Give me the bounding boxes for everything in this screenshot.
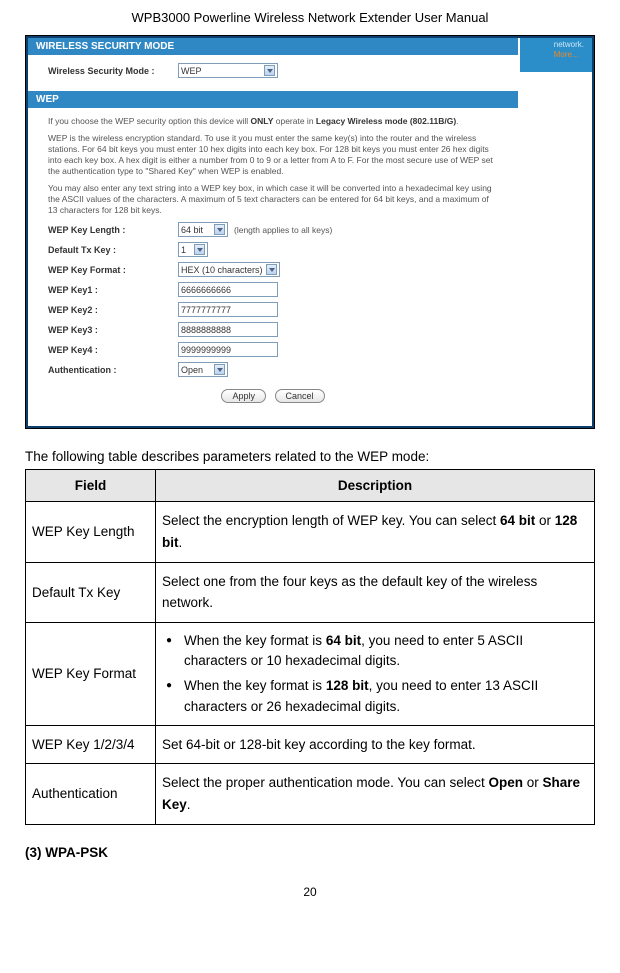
- chevron-down-icon: [194, 244, 205, 255]
- authentication-value: Open: [181, 365, 203, 375]
- wep-key-format-select[interactable]: HEX (10 characters): [178, 262, 280, 277]
- intro-text: The following table describes parameters…: [25, 449, 595, 464]
- field-cell: Default Tx Key: [26, 562, 156, 622]
- desc-cell: Select the encryption length of WEP key.…: [156, 502, 595, 562]
- security-mode-panel: WIRELESS SECURITY MODE Wireless Security…: [28, 38, 518, 426]
- sidebar-more-link[interactable]: More...: [554, 50, 579, 59]
- authentication-select[interactable]: Open: [178, 362, 228, 377]
- wep-key1-label: WEP Key1 :: [48, 285, 178, 295]
- wep-info-1: If you choose the WEP security option th…: [48, 116, 498, 127]
- cancel-button[interactable]: Cancel: [275, 389, 325, 403]
- wep-key-length-value: 64 bit: [181, 225, 203, 235]
- chevron-down-icon: [214, 224, 225, 235]
- wep-key-format-label: WEP Key Format :: [48, 265, 178, 275]
- page-number: 20: [10, 885, 610, 899]
- table-row: WEP Key Format When the key format is 64…: [26, 622, 595, 725]
- wep-key-length-label: WEP Key Length :: [48, 225, 178, 235]
- wep-key3-input[interactable]: 8888888888: [178, 322, 278, 337]
- security-mode-select[interactable]: WEP: [178, 63, 278, 78]
- wep-panel-header: WEP: [28, 91, 518, 108]
- table-header-field: Field: [26, 470, 156, 502]
- desc-cell: Select one from the four keys as the def…: [156, 562, 595, 622]
- wep-key2-label: WEP Key2 :: [48, 305, 178, 315]
- wep-key-format-value: HEX (10 characters): [181, 265, 263, 275]
- list-item: When the key format is 64 bit, you need …: [162, 631, 588, 672]
- table-row: WEP Key 1/2/3/4 Set 64-bit or 128-bit ke…: [26, 725, 595, 764]
- wep-key-length-select[interactable]: 64 bit: [178, 222, 228, 237]
- default-tx-key-value: 1: [181, 245, 186, 255]
- wep-key3-label: WEP Key3 :: [48, 325, 178, 335]
- desc-cell: When the key format is 64 bit, you need …: [156, 622, 595, 725]
- security-mode-header: WIRELESS SECURITY MODE: [28, 38, 518, 55]
- sidebar-links: network. More...: [554, 40, 584, 61]
- section-heading: (3) WPA-PSK: [25, 845, 595, 860]
- sidebar-network-text: network.: [554, 40, 584, 49]
- chevron-down-icon: [266, 264, 277, 275]
- wep-key4-label: WEP Key4 :: [48, 345, 178, 355]
- desc-cell: Select the proper authentication mode. Y…: [156, 764, 595, 824]
- screenshot-container: network. More... WIRELESS SECURITY MODE …: [25, 35, 595, 429]
- desc-cell: Set 64-bit or 128-bit key according to t…: [156, 725, 595, 764]
- chevron-down-icon: [264, 65, 275, 76]
- field-cell: WEP Key 1/2/3/4: [26, 725, 156, 764]
- chevron-down-icon: [214, 364, 225, 375]
- security-mode-value: WEP: [181, 66, 202, 76]
- wep-key1-input[interactable]: 6666666666: [178, 282, 278, 297]
- wep-key4-input[interactable]: 9999999999: [178, 342, 278, 357]
- wep-key2-input[interactable]: 7777777777: [178, 302, 278, 317]
- table-row: WEP Key Length Select the encryption len…: [26, 502, 595, 562]
- parameter-table: Field Description WEP Key Length Select …: [25, 469, 595, 824]
- default-tx-key-select[interactable]: 1: [178, 242, 208, 257]
- default-tx-key-label: Default Tx Key :: [48, 245, 178, 255]
- wep-info-3: You may also enter any text string into …: [48, 183, 498, 216]
- wep-info-2: WEP is the wireless encryption standard.…: [48, 133, 498, 177]
- authentication-label: Authentication :: [48, 365, 178, 375]
- field-cell: WEP Key Length: [26, 502, 156, 562]
- table-row: Default Tx Key Select one from the four …: [26, 562, 595, 622]
- table-header-description: Description: [156, 470, 595, 502]
- security-mode-label: Wireless Security Mode :: [48, 66, 178, 76]
- apply-button[interactable]: Apply: [221, 389, 266, 403]
- field-cell: WEP Key Format: [26, 622, 156, 725]
- doc-header: WPB3000 Powerline Wireless Network Exten…: [10, 10, 610, 25]
- field-cell: Authentication: [26, 764, 156, 824]
- table-row: Authentication Select the proper authent…: [26, 764, 595, 824]
- list-item: When the key format is 128 bit, you need…: [162, 676, 588, 717]
- wep-key-length-hint: (length applies to all keys): [234, 225, 332, 235]
